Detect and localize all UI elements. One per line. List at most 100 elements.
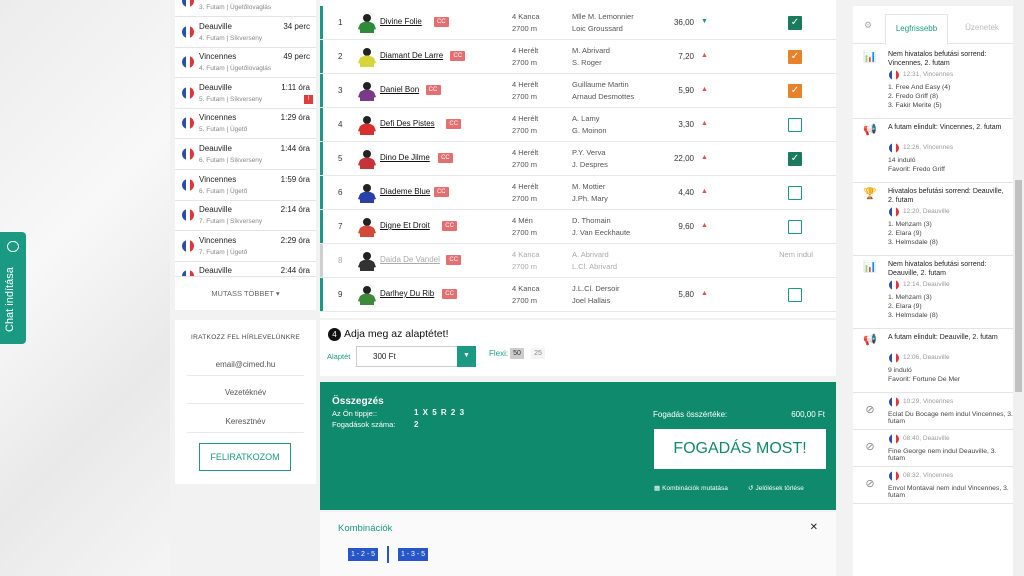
news-item[interactable]: 🏆 Hivatalos befutási sorrend: Deauville, … [853,183,1013,256]
firstname-field[interactable]: Keresztnév [187,411,304,433]
horse-name-link[interactable]: Dino De Jilme [380,153,430,162]
horse-name-link[interactable]: Digne Et Droit [380,221,430,230]
race-list-item[interactable]: Vincennes 7. Futam | Ügető 2:29 óra [175,231,316,262]
scrollbar-thumb[interactable] [1015,180,1022,392]
lastname-field[interactable]: Vezetéknév [187,382,304,404]
race-list-item[interactable]: Vincennes3. Futam | Ügetőlovaglás19 perc [175,0,316,17]
race-meta: 4. Futam | Ügetőlovaglás [199,65,272,73]
jockey-silk-icon [358,217,376,237]
select-checkbox[interactable] [788,186,802,200]
news-title: A futam elindult: Deauville, 2. futam [888,334,998,341]
odds-value: 4,40 [678,188,694,197]
race-list-item[interactable]: Deauville 7. Futam | Síkverseny 2:14 óra [175,200,316,232]
flexi-option-25[interactable]: 25 [531,348,545,359]
bet-now-button[interactable]: FOGADÁS MOST! [654,429,826,469]
news-timestamp: 12:31, Vincennes [903,71,954,78]
horse-name-link[interactable]: Divine Folie [380,17,422,26]
news-timestamp: 12:20, Deauville [903,208,950,215]
horse-name-link[interactable]: Daniel Bon [380,85,419,94]
news-item[interactable]: 📢 A futam elindult: Deauville, 2. futam 12… [853,329,1013,393]
select-checkbox[interactable]: ✓ [788,16,802,30]
race-distance: 2700 m [512,126,538,135]
horse-row: 5 Dino De Jilme CC 4 Herélt 2700 m P.Y. Verva… [320,142,836,176]
race-distance: 2700 m [512,262,538,271]
subscribe-button[interactable]: FELIRATKOZOM [199,443,291,471]
jockey-silk-icon [358,149,376,169]
show-more-button[interactable]: MUTASS TÖBBET ▾ [175,276,316,310]
select-checkbox[interactable]: ✓ [788,152,802,166]
close-icon[interactable]: ✕ [810,522,818,533]
ban-icon: ⊘ [865,441,875,453]
tab-messages[interactable]: Üzenetek [953,14,1011,44]
race-list-item[interactable]: Vincennes 4. Futam | Ügetőlovaglás 49 perc [175,47,316,79]
france-flag-icon [889,143,899,153]
race-list-item[interactable]: Deauville 2:44 óra [175,261,316,276]
combinations-title: Kombinációk [338,523,393,534]
page-scrollbar[interactable] [1013,0,1024,576]
jockey-silk-icon [358,285,376,305]
horse-name-link[interactable]: Darlhey Du Rib [380,289,434,298]
gear-icon[interactable]: ⚙ [864,20,872,31]
race-time: 1:29 óra [280,113,310,123]
horse-number: 4 [338,120,343,129]
france-flag-icon [182,25,194,38]
select-checkbox[interactable] [788,288,802,302]
race-venue: Deauville [199,21,232,31]
horse-name-link[interactable]: Defi Des Pistes [380,119,435,128]
flexi-option-50[interactable]: 50 [510,348,524,359]
clear-selections-link[interactable]: ↺ Jelölések törlése [748,484,804,492]
newsletter-title: IRATKOZZ FEL HÍRLEVELÜNKRE [191,334,300,341]
select-checkbox[interactable]: ✓ [788,50,802,64]
race-time: 2:29 óra [280,235,310,245]
trophy-icon: 🏆 [863,188,877,200]
driver-name: L.Cl. Abrivard [572,262,618,271]
row-indicator [320,210,323,243]
horse-name-link[interactable]: Diamant De Larre [380,51,443,60]
chat-start-button[interactable]: Chat indítása [0,232,26,344]
race-list-item[interactable]: Deauville 5. Futam | Síkverseny 1:11 óra! [175,78,316,109]
race-list-item[interactable]: Vincennes 6. Futam | Ügető 1:59 óra [175,170,316,201]
trainer-name: J.L.Cl. Dersoir [572,284,620,293]
cc-badge: CC [425,85,441,95]
select-checkbox[interactable] [788,220,802,234]
france-flag-icon [889,471,899,481]
count-value: 2 [414,420,420,429]
stake-label: Alaptét [327,352,351,361]
news-item[interactable]: 📊 Nem hivatalos befutási sorrend: Deauvil… [853,256,1013,329]
tab-latest[interactable]: Legfrissebb [885,14,948,45]
chevron-down-icon[interactable]: ▼ [457,346,476,367]
email-field[interactable]: email@cimed.hu [187,354,304,376]
horse-age-sex: 4 Herélt [512,80,539,89]
horse-row: 3 Daniel Bon CC 4 Herélt 2700 m Guillaume Mar… [320,74,836,108]
horse-row: 2 Diamant De Larre CC 4 Herélt 2700 m M. Abri… [320,40,836,74]
news-timestamp: 12:06, Deauville [903,354,950,361]
horse-row: 8 Daida De Vandel CC 4 Kanca 2700 m A. Abriva… [320,244,836,278]
select-checkbox[interactable] [788,118,802,132]
select-checkbox[interactable]: ✓ [788,84,802,98]
news-item[interactable]: 📢 A futam elindult: Vincennes, 2. futam 12… [853,119,1013,183]
race-list-item[interactable]: Deauville 4. Futam | Síkverseny 34 perc [175,17,316,48]
stake-select[interactable]: 300 Ft ▼ [356,346,476,367]
race-list-item[interactable]: Deauville 6. Futam | Síkverseny 1:44 óra [175,139,316,170]
news-item[interactable]: ⊘ 10:29, Vincennes Eclat Du Bocage nem ind… [853,393,1013,430]
ban-icon: ⊘ [865,404,875,416]
show-combinations-link[interactable]: ▦ Kombinációk mutatása [654,484,728,492]
show-combinations-label: Kombinációk mutatása [662,485,728,492]
total-value: 600,00 Ft [791,410,825,419]
combination-separator [387,546,389,563]
horse-number: 7 [338,222,343,231]
news-line: Envol Montaval nem indul Vincennes, 3. f… [888,485,1009,499]
france-flag-icon [889,207,899,217]
driver-name: J.Ph. Mary [572,194,608,203]
horse-name-link[interactable]: Daida De Vandel [380,255,440,264]
horse-number: 8 [338,256,343,265]
news-item[interactable]: 📊 Nem hivatalos befutási sorrend: Vincenn… [853,46,1013,119]
race-list-item[interactable]: Vincennes 5. Futam | Ügető 1:29 óra [175,108,316,140]
news-item[interactable]: ⊘ 08:40, Deauville Fine George nem indul D… [853,430,1013,467]
race-venue: Vincennes [199,113,237,123]
jockey-silk-icon [358,81,376,101]
horse-name-link[interactable]: Diademe Blue [380,187,430,196]
race-distance: 2700 m [512,92,538,101]
news-item[interactable]: ⊘ 08:32, Vincennes Envol Montaval nem indu… [853,467,1013,504]
cc-badge: CC [450,51,466,61]
